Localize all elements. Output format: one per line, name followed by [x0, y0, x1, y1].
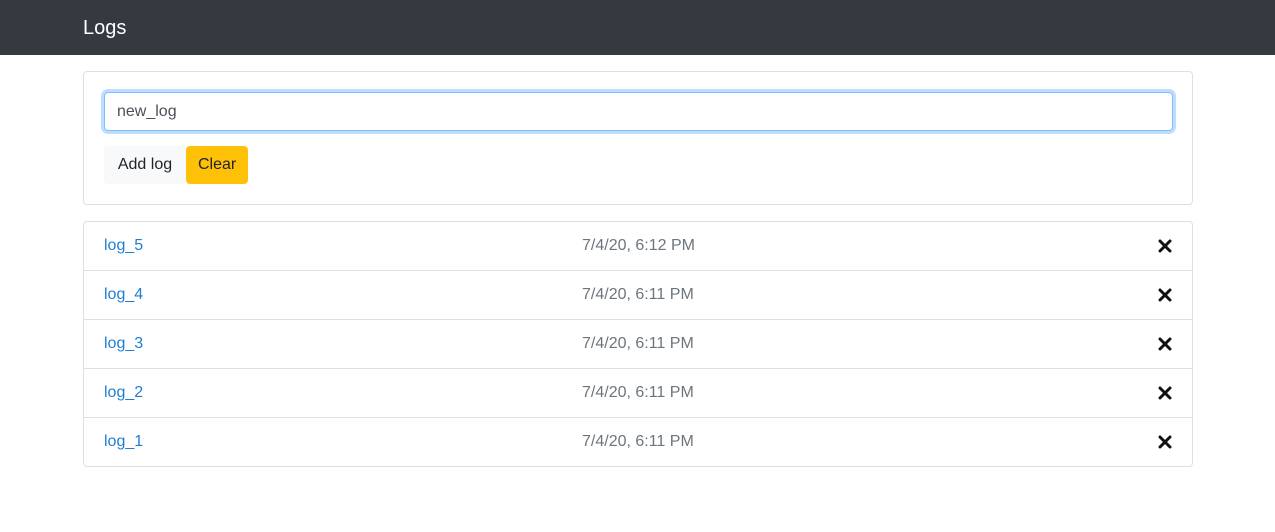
close-icon[interactable]	[1158, 435, 1172, 449]
list-item: log_4 7/4/20, 6:11 PM	[84, 270, 1192, 319]
list-item: log_5 7/4/20, 6:12 PM	[84, 222, 1192, 270]
log-timestamp: 7/4/20, 6:12 PM	[582, 237, 695, 254]
log-list: log_5 7/4/20, 6:12 PM log_4 7/4/20, 6:11…	[83, 221, 1193, 467]
log-link[interactable]: log_3	[104, 335, 143, 353]
log-timestamp: 7/4/20, 6:11 PM	[582, 384, 694, 401]
list-item: log_2 7/4/20, 6:11 PM	[84, 368, 1192, 417]
log-link[interactable]: log_4	[104, 286, 143, 304]
navbar: Logs	[0, 0, 1275, 55]
log-link[interactable]: log_1	[104, 433, 143, 451]
add-log-form: Add log Clear	[83, 71, 1193, 205]
log-link[interactable]: log_5	[104, 237, 143, 255]
clear-button[interactable]: Clear	[186, 146, 248, 184]
close-icon[interactable]	[1158, 239, 1172, 253]
log-timestamp: 7/4/20, 6:11 PM	[582, 286, 694, 303]
log-timestamp: 7/4/20, 6:11 PM	[582, 335, 694, 352]
close-icon[interactable]	[1158, 337, 1172, 351]
add-log-button[interactable]: Add log	[104, 146, 186, 184]
close-icon[interactable]	[1158, 288, 1172, 302]
log-timestamp: 7/4/20, 6:11 PM	[582, 433, 694, 450]
close-icon[interactable]	[1158, 386, 1172, 400]
list-item: log_3 7/4/20, 6:11 PM	[84, 319, 1192, 368]
list-item: log_1 7/4/20, 6:11 PM	[84, 417, 1192, 466]
navbar-brand[interactable]: Logs	[83, 16, 126, 40]
log-name-input[interactable]	[104, 92, 1173, 131]
log-link[interactable]: log_2	[104, 384, 143, 402]
